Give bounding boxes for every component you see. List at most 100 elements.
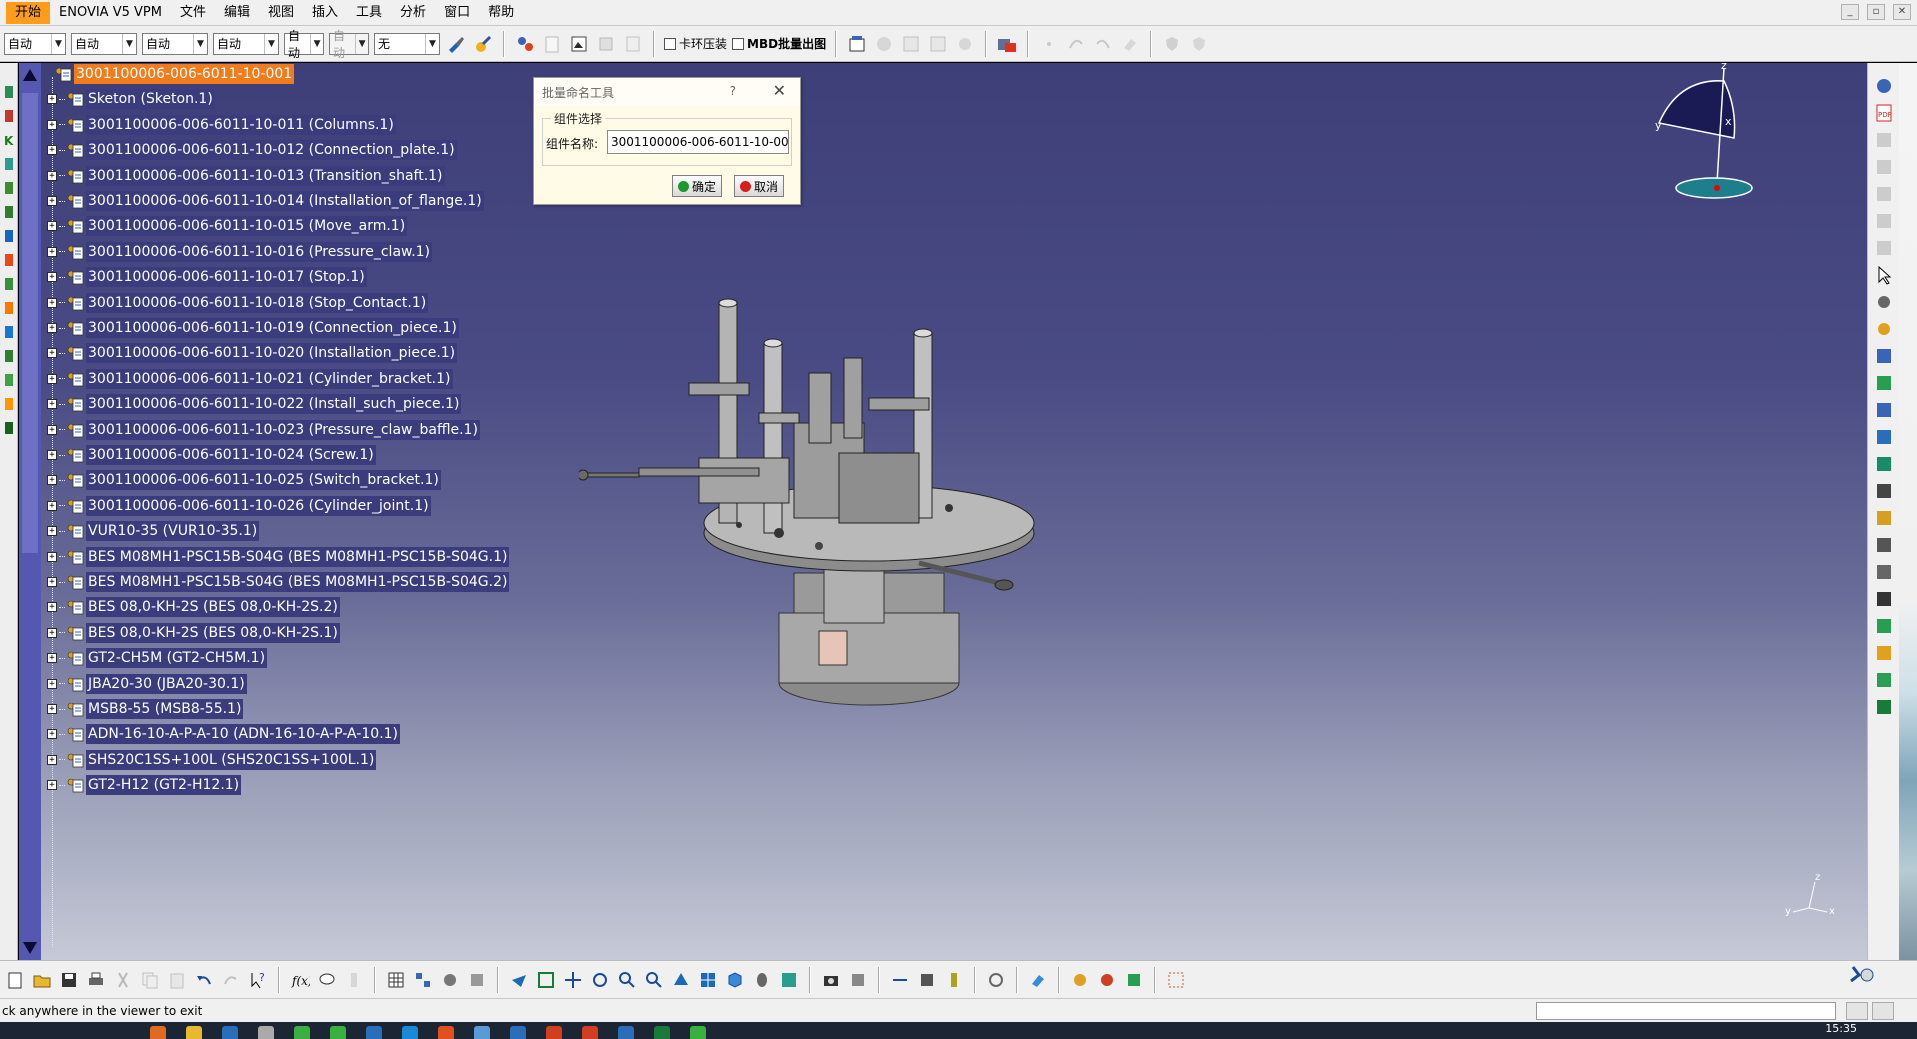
tree-item[interactable]: + BES M08MH1-PSC15B-S04G (BES M08MH1-PSC1… <box>47 571 510 593</box>
tree-item-label[interactable]: 3001100006-006-6011-10-013 (Transition_s… <box>86 165 445 186</box>
close-icon[interactable]: ✕ <box>773 81 786 100</box>
tree-item[interactable]: + GT2-H12 (GT2-H12.1) <box>47 774 242 796</box>
tool-icon[interactable] <box>3 107 15 125</box>
app-icon[interactable] <box>582 1025 598 1039</box>
color-combo[interactable]: 自动 ▼ <box>4 32 66 55</box>
tree-item-label[interactable]: VUR10-35 (VUR10-35.1) <box>86 521 260 542</box>
tool-icon[interactable] <box>1873 291 1895 313</box>
expand-icon[interactable]: + <box>47 551 57 562</box>
menu-enovia[interactable]: ENOVIA V5 VPM <box>50 2 171 24</box>
tool-icon[interactable] <box>1873 642 1895 664</box>
tool-icon[interactable] <box>1873 345 1895 367</box>
tree-item[interactable]: +3001100006-006-6011-10-022 (Install_suc… <box>47 393 462 415</box>
tree-item-label[interactable]: BES M08MH1-PSC15B-S04G (BES M08MH1-PSC15… <box>86 572 510 592</box>
expand-icon[interactable]: + <box>47 246 57 257</box>
app-icon[interactable] <box>474 1025 490 1039</box>
tool-icon[interactable] <box>1873 534 1895 556</box>
normal-view-icon[interactable] <box>670 969 692 991</box>
dialog-titlebar[interactable]: 批量命名工具 ? ✕ <box>534 78 800 106</box>
hide-show-icon[interactable] <box>778 969 800 991</box>
tool-icon[interactable] <box>3 419 15 437</box>
mbd-batch-option[interactable]: MBD批量出图 <box>732 35 826 52</box>
tree-item-label[interactable]: BES M08MH1-PSC15B-S04G (BES M08MH1-PSC15… <box>86 546 510 567</box>
expand-icon[interactable]: + <box>47 704 57 714</box>
snapshot-icon[interactable] <box>466 969 488 991</box>
app-icon[interactable] <box>546 1025 562 1039</box>
tree-item[interactable]: +3001100006-006-6011-10-018 (Stop_Contac… <box>47 292 429 314</box>
paste-icon[interactable] <box>166 969 188 991</box>
tool-icon[interactable] <box>1873 453 1895 475</box>
tree-item-label[interactable]: 3001100006-006-6011-10-011 (Columns.1) <box>86 114 396 135</box>
tool-icon[interactable] <box>3 251 15 269</box>
gear-icon[interactable] <box>1873 75 1895 97</box>
tree-item[interactable]: +3001100006-006-6011-10-013 (Transition_… <box>47 165 445 187</box>
tree-item[interactable]: +3001100006-006-6011-10-017 (Stop.1) <box>47 266 367 288</box>
tree-item-label[interactable]: JBA20-30 (JBA20-30.1) <box>86 673 247 694</box>
cut-icon[interactable] <box>112 969 134 991</box>
tree-item[interactable]: +3001100006-006-6011-10-023 (Pressure_cl… <box>47 419 480 441</box>
tree-item[interactable]: +3001100006-006-6011-10-014 (Installatio… <box>47 190 484 212</box>
expand-icon[interactable]: + <box>47 678 57 689</box>
tool-icon[interactable] <box>3 299 15 317</box>
tree-item-label[interactable]: 3001100006-006-6011-10-024 (Screw.1) <box>86 445 376 465</box>
close-button[interactable]: ✕ <box>1893 4 1911 20</box>
tree-item[interactable]: + MSB8-55 (MSB8-55.1) <box>47 698 244 720</box>
shield-icon[interactable] <box>1161 33 1183 55</box>
tool-icon[interactable] <box>3 347 15 365</box>
measure-icon[interactable] <box>889 969 911 991</box>
expand-icon[interactable]: + <box>47 373 57 384</box>
tree-expand-icon[interactable] <box>412 969 434 991</box>
tree-item[interactable]: +3001100006-006-6011-10-020 (Installatio… <box>47 342 458 364</box>
expand-icon[interactable]: + <box>47 196 57 206</box>
tool-icon[interactable] <box>1873 183 1895 205</box>
tool-icon[interactable] <box>1873 507 1895 529</box>
tree-item[interactable]: +3001100006-006-6011-10-016 (Pressure_cl… <box>47 241 433 263</box>
tree-item[interactable]: + GT2-CH5M (GT2-CH5M.1) <box>47 647 268 669</box>
line-type-combo[interactable]: 自动 ▼ <box>213 32 279 55</box>
tool-icon[interactable] <box>1873 615 1895 637</box>
app-icon[interactable] <box>366 1025 382 1039</box>
expand-icon[interactable]: + <box>47 653 57 664</box>
tree-root[interactable]: 3001100006-006-6011-10-001 <box>53 63 295 85</box>
tree-item[interactable]: +3001100006-006-6011-10-019 (Connection_… <box>47 317 459 339</box>
app-icon[interactable] <box>690 1025 706 1039</box>
tool-icon[interactable] <box>1873 669 1895 691</box>
tool-icon[interactable] <box>3 395 15 413</box>
tree-item-label[interactable]: 3001100006-006-6011-10-018 (Stop_Contact… <box>86 292 429 313</box>
document-icon[interactable] <box>541 33 563 55</box>
macro-icon[interactable] <box>343 969 365 991</box>
app-icon[interactable] <box>654 1025 670 1039</box>
expand-icon[interactable]: + <box>47 145 57 156</box>
pdf-icon[interactable]: PDF <box>1873 102 1895 124</box>
status-button[interactable] <box>1872 1002 1894 1020</box>
expand-icon[interactable]: + <box>47 729 57 740</box>
app-icon[interactable] <box>438 1025 454 1039</box>
tree-item-label[interactable]: 3001100006-006-6011-10-023 (Pressure_cla… <box>86 419 480 440</box>
print-icon[interactable] <box>85 969 107 991</box>
folder-icon[interactable] <box>186 1025 202 1039</box>
command-input[interactable] <box>1536 1002 1836 1020</box>
tree-item[interactable]: +3001100006-006-6011-10-025 (Switch_brac… <box>47 469 441 491</box>
compass-widget[interactable]: z y x <box>1639 63 1779 243</box>
tree-item-label[interactable]: BES 08,0-KH-2S (BES 08,0-KH-2S.2) <box>86 597 340 618</box>
expand-icon[interactable]: + <box>47 500 57 511</box>
undo-icon[interactable] <box>1092 33 1114 55</box>
expand-icon[interactable]: + <box>47 526 57 537</box>
dot-icon[interactable] <box>1038 33 1060 55</box>
filter-icon[interactable] <box>847 969 869 991</box>
expand-icon[interactable]: + <box>47 348 57 359</box>
tree-item-label[interactable]: 3001100006-006-6011-10-017 (Stop.1) <box>86 267 367 288</box>
tree-item[interactable]: +3001100006-006-6011-10-026 (Cylinder_jo… <box>47 495 431 517</box>
eraser-icon[interactable] <box>1027 969 1049 991</box>
eraser-icon[interactable] <box>1119 33 1141 55</box>
tree-item-label[interactable]: GT2-H12 (GT2-H12.1) <box>86 775 242 796</box>
menu-help[interactable]: 帮助 <box>479 2 523 24</box>
app-icon[interactable] <box>150 1025 166 1039</box>
tree-item[interactable]: + ADN-16-10-A-P-A-10 (ADN-16-10-A-P-A-10.… <box>47 723 401 745</box>
tool-icon[interactable] <box>1873 588 1895 610</box>
layer-combo[interactable]: 无 ▼ <box>374 32 440 55</box>
card-press-checkbox[interactable] <box>664 37 676 50</box>
tool-icon[interactable] <box>1873 156 1895 178</box>
shield-alt-icon[interactable] <box>1188 33 1210 55</box>
tree-item-label[interactable]: BES 08,0-KH-2S (BES 08,0-KH-2S.1) <box>86 622 340 643</box>
